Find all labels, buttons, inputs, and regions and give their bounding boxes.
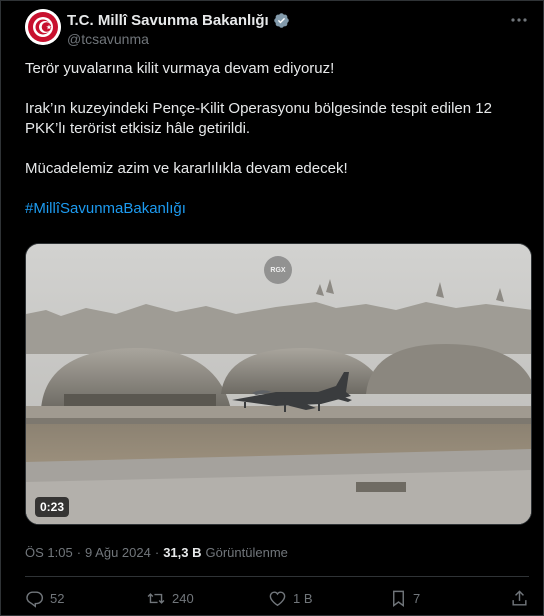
author-name[interactable]: T.C. Millî Savunma Bakanlığı <box>67 12 269 29</box>
repost-icon <box>147 593 165 604</box>
tweet-line-3: Mücadelemiz azim ve kararlılıkla devam e… <box>25 160 348 177</box>
share-button[interactable] <box>510 589 529 608</box>
divider <box>25 576 529 577</box>
action-bar: 52 240 1 B 7 <box>25 589 529 609</box>
video-duration: 0:23 <box>35 497 70 517</box>
tweet-header: T.C. Millî Savunma Bakanlığı @tcsavunma <box>25 9 529 53</box>
bookmark-count: 7 <box>413 591 421 606</box>
avatar[interactable] <box>25 9 61 45</box>
like-count: 1 B <box>293 591 313 606</box>
bookmark-icon <box>393 590 404 608</box>
tweet-line-2: Irak’ın kuzeyindeki Pençe-Kilit Operasyo… <box>25 100 492 137</box>
reply-count: 52 <box>50 591 65 606</box>
ministry-emblem-icon <box>25 9 61 45</box>
tweet-card: T.C. Millî Savunma Bakanlığı @tcsavunma … <box>0 0 544 616</box>
meta-separator-2: · <box>154 545 160 560</box>
video-player[interactable]: RGX 0:23 <box>25 243 532 525</box>
tweet-date[interactable]: 9 Ağu 2024 <box>85 545 151 560</box>
bookmark-button[interactable]: 7 <box>390 589 420 608</box>
reply-icon <box>26 591 44 608</box>
author-handle[interactable]: @tcsavunma <box>67 31 149 47</box>
repost-count: 240 <box>172 591 194 606</box>
video-thumbnail <box>26 244 531 524</box>
views-label: Görüntülenme <box>205 545 288 560</box>
meta-separator: · <box>76 545 82 560</box>
repost-button[interactable]: 240 <box>146 589 194 608</box>
hashtag-link[interactable]: #MillîSavunmaBakanlığı <box>25 199 525 219</box>
heart-icon <box>269 591 286 607</box>
tweet-meta: ÖS 1:05 · 9 Ağu 2024 · 31,3 B Görüntülen… <box>25 545 288 560</box>
views-count: 31,3 B <box>163 545 202 560</box>
tweet-line-1: Terör yuvalarına kilit vurmaya devam edi… <box>25 60 335 77</box>
more-options-icon[interactable] <box>509 11 529 29</box>
reply-button[interactable]: 52 <box>25 589 64 608</box>
tweet-text: Terör yuvalarına kilit vurmaya devam edi… <box>25 59 525 219</box>
like-button[interactable]: 1 B <box>268 589 313 608</box>
watermark-logo: RGX <box>264 256 292 284</box>
name-row: T.C. Millî Savunma Bakanlığı <box>67 12 290 29</box>
share-icon <box>512 590 527 606</box>
tweet-time[interactable]: ÖS 1:05 <box>25 545 73 560</box>
verified-badge-icon[interactable] <box>273 12 290 29</box>
